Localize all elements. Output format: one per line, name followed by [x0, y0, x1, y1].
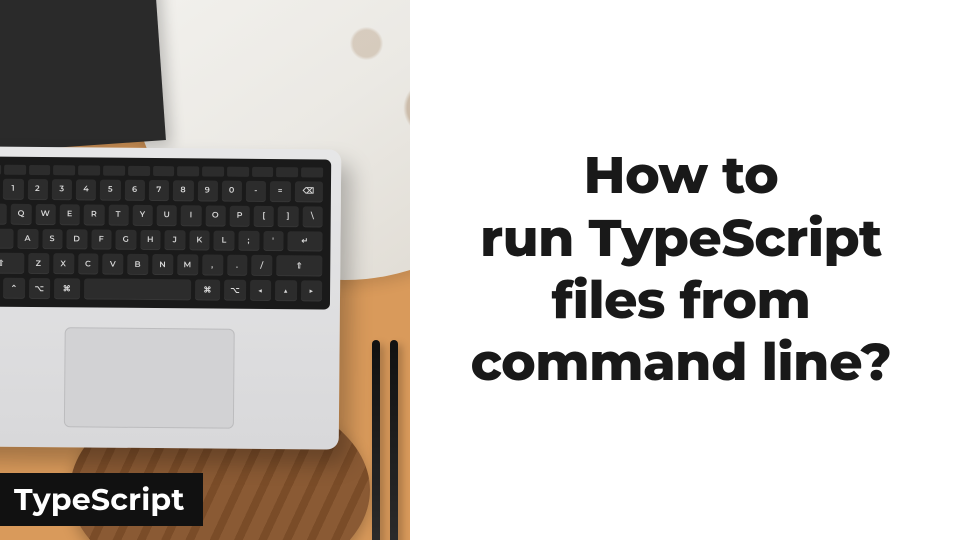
keyboard-key: K: [189, 230, 210, 251]
keyboard-key: ⇧: [0, 253, 24, 274]
keyboard-key: ⇧: [276, 255, 322, 276]
keyboard-key: ◀: [250, 280, 272, 301]
keyboard-key: Z: [28, 253, 49, 274]
laptop: ·1234567890-=⌫ ↹QWERTYUIOP[]\ ⇪ASDFGHJKL…: [0, 146, 341, 449]
title-line: command line?: [471, 331, 892, 394]
keyboard-key: -: [246, 181, 266, 202]
keyboard-key: ⌥: [29, 278, 51, 299]
keyboard-key: F: [91, 229, 112, 250]
keyboard-key: ': [263, 231, 284, 252]
keyboard-fn-row: [0, 165, 323, 178]
keyboard-key: ▶: [301, 281, 323, 302]
keyboard-key: ▲: [275, 280, 297, 301]
keyboard-key: A: [17, 228, 38, 249]
keyboard-key: Q: [11, 204, 31, 225]
keyboard-key: 5: [100, 180, 120, 201]
keyboard-key: L: [214, 230, 235, 251]
notebook: [0, 0, 166, 160]
keyboard-key: R: [84, 204, 104, 225]
keyboard-row: ⇪ASDFGHJKL;'↵: [0, 228, 323, 252]
keyboard-key: [: [254, 206, 274, 227]
keyboard-key: 0: [222, 181, 242, 202]
keyboard: ·1234567890-=⌫ ↹QWERTYUIOP[]\ ⇪ASDFGHJKL…: [0, 156, 331, 309]
keyboard-key: S: [42, 229, 63, 250]
keyboard-key: ↵: [287, 231, 322, 252]
keyboard-key: 4: [76, 179, 96, 200]
page-title: How to run TypeScript files from command…: [471, 145, 892, 395]
pen-icon: [372, 340, 380, 540]
keyboard-key: X: [53, 254, 74, 275]
keyboard-key: M: [177, 255, 198, 276]
trackpad: [64, 327, 235, 428]
keyboard-key: ⇪: [0, 228, 14, 249]
keyboard-key: 7: [149, 180, 169, 201]
keyboard-key: I: [181, 205, 201, 226]
keyboard-row: ·1234567890-=⌫: [0, 179, 323, 203]
keyboard-key: N: [152, 254, 173, 275]
keyboard-key: G: [116, 229, 137, 250]
keyboard-key: O: [205, 205, 225, 226]
keyboard-key: D: [66, 229, 87, 250]
keyboard-key: ⌫: [294, 181, 323, 202]
keyboard-key: /: [252, 255, 273, 276]
hero-image-panel: ·1234567890-=⌫ ↹QWERTYUIOP[]\ ⇪ASDFGHJKL…: [0, 0, 410, 540]
keyboard-key: \: [302, 206, 322, 227]
keyboard-key: ↹: [0, 203, 7, 224]
keyboard-key: ,: [202, 255, 223, 276]
keyboard-key: 1: [3, 179, 23, 200]
keyboard-key: 8: [173, 180, 193, 201]
category-tag: TypeScript: [0, 473, 203, 526]
keyboard-key: .: [227, 255, 248, 276]
keyboard-key: V: [103, 254, 124, 275]
keyboard-key: J: [165, 230, 186, 251]
keyboard-key: 3: [52, 179, 72, 200]
title-line: files from: [552, 269, 811, 332]
keyboard-row: fn⌃⌥⌘⌘⌥◀▲▶: [0, 278, 322, 302]
keyboard-key: 6: [125, 180, 145, 201]
keyboard-key: T: [108, 204, 128, 225]
keyboard-key: Y: [132, 205, 152, 226]
keyboard-key: P: [230, 205, 250, 226]
keyboard-key: H: [140, 230, 161, 251]
keyboard-key: ]: [278, 206, 298, 227]
keyboard-key: 9: [197, 180, 217, 201]
keyboard-key: =: [270, 181, 290, 202]
keyboard-key: ⌘: [54, 278, 80, 299]
keyboard-key: W: [35, 204, 55, 225]
keyboard-key: ⌃: [3, 278, 25, 299]
keyboard-key: 2: [27, 179, 47, 200]
title-line: run TypeScript: [480, 207, 882, 270]
keyboard-row: ↹QWERTYUIOP[]\: [0, 203, 323, 227]
keyboard-key: [84, 279, 191, 301]
keyboard-row: ⇧ZXCVBNM,./⇧: [0, 253, 322, 277]
keyboard-key: C: [78, 254, 99, 275]
keyboard-key: B: [127, 254, 148, 275]
keyboard-key: U: [157, 205, 177, 226]
keyboard-key: E: [60, 204, 80, 225]
keyboard-key: ⌥: [224, 280, 246, 301]
title-line: How to: [584, 144, 779, 207]
keyboard-key: ⌘: [195, 280, 221, 301]
keyboard-key: ;: [238, 230, 259, 251]
pen-icon: [390, 340, 398, 540]
title-panel: How to run TypeScript files from command…: [410, 0, 960, 540]
